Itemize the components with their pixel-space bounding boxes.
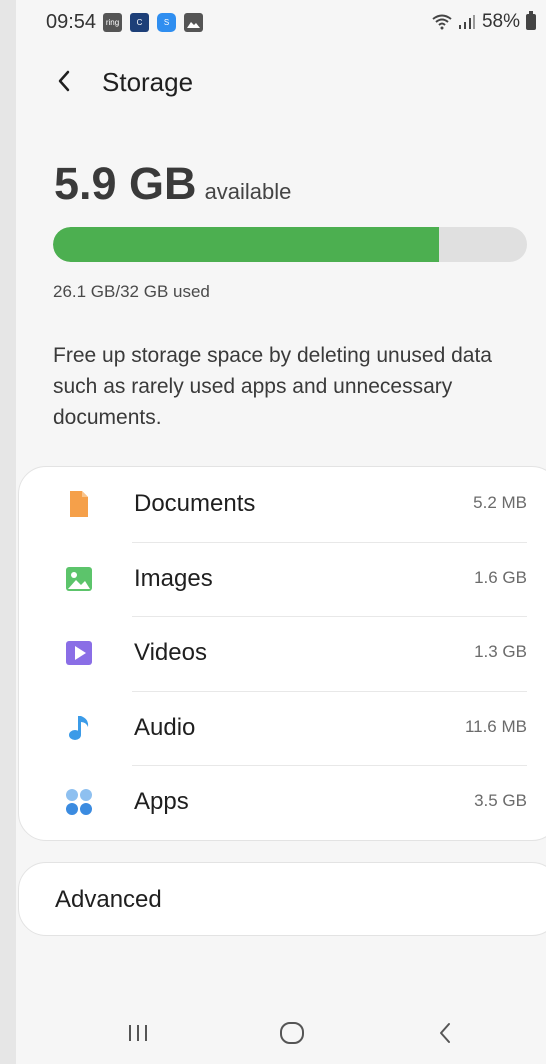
category-name: Images — [134, 564, 213, 592]
news-notification-icon: C — [130, 13, 149, 32]
back-button[interactable] — [50, 66, 80, 96]
storage-screen: 09:54 ring C S 58% Storage 5.9 GB availa… — [16, 0, 546, 1064]
category-size: 1.3 GB — [474, 642, 527, 661]
document-icon — [70, 491, 88, 517]
navigation-bar — [16, 1000, 546, 1064]
category-apps[interactable]: Apps 3.5 GB — [19, 765, 546, 840]
status-indicators: 58% — [432, 11, 536, 33]
gallery-notification-icon — [184, 13, 203, 32]
category-name: Documents — [134, 490, 256, 517]
category-name: Apps — [134, 788, 189, 815]
used-storage-text: 26.1 GB/32 GB used — [53, 282, 210, 301]
app-header: Storage — [16, 56, 546, 112]
wifi-icon — [432, 14, 452, 30]
category-documents[interactable]: Documents 5.2 MB — [19, 467, 546, 542]
signal-icon — [458, 15, 475, 29]
category-size: 11.6 MB — [464, 716, 527, 736]
category-audio[interactable]: Audio 11.6 MB — [19, 690, 546, 766]
home-icon — [280, 1022, 304, 1044]
nav-back-icon — [440, 1023, 450, 1043]
category-size: 3.5 GB — [474, 791, 527, 810]
battery-percent: 58% — [481, 11, 520, 32]
video-icon — [66, 641, 92, 665]
apps-icon — [66, 789, 92, 815]
s-notification-icon: S — [157, 13, 176, 32]
category-list: Documents 5.2 MB Images 1.6 GB Videos 1.… — [19, 467, 546, 840]
page-title: Storage — [102, 67, 194, 97]
category-name: Videos — [134, 639, 207, 666]
ring-notification-icon: ring — [103, 13, 122, 32]
available-value: 5.9 GB — [54, 158, 197, 209]
status-time: 09:54 — [46, 11, 97, 33]
battery-icon — [526, 11, 536, 30]
storage-usage-fill — [53, 227, 440, 262]
categories-card: Documents 5.2 MB Images 1.6 GB Videos 1.… — [18, 466, 546, 841]
advanced-button[interactable]: Advanced — [18, 862, 546, 936]
notification-icons: ring C S — [103, 13, 203, 32]
available-label: available — [204, 179, 292, 204]
image-icon — [66, 566, 92, 591]
category-images[interactable]: Images 1.6 GB — [19, 541, 546, 617]
category-size: 1.6 GB — [474, 567, 527, 587]
nav-back-button[interactable] — [430, 1018, 460, 1048]
home-button[interactable] — [277, 1018, 307, 1048]
category-videos[interactable]: Videos 1.3 GB — [19, 616, 546, 691]
available-storage: 5.9 GB available — [54, 158, 291, 210]
storage-usage-bar — [53, 227, 527, 262]
back-arrow-icon — [58, 70, 70, 92]
recents-button[interactable] — [123, 1018, 153, 1048]
advanced-label: Advanced — [55, 886, 162, 913]
music-note-icon — [69, 715, 89, 740]
recents-icon — [129, 1025, 147, 1041]
status-bar: 09:54 ring C S 58% — [16, 0, 546, 46]
category-name: Audio — [134, 713, 196, 741]
category-size: 5.2 MB — [473, 493, 527, 512]
info-text: Free up storage space by deleting unused… — [53, 344, 492, 429]
